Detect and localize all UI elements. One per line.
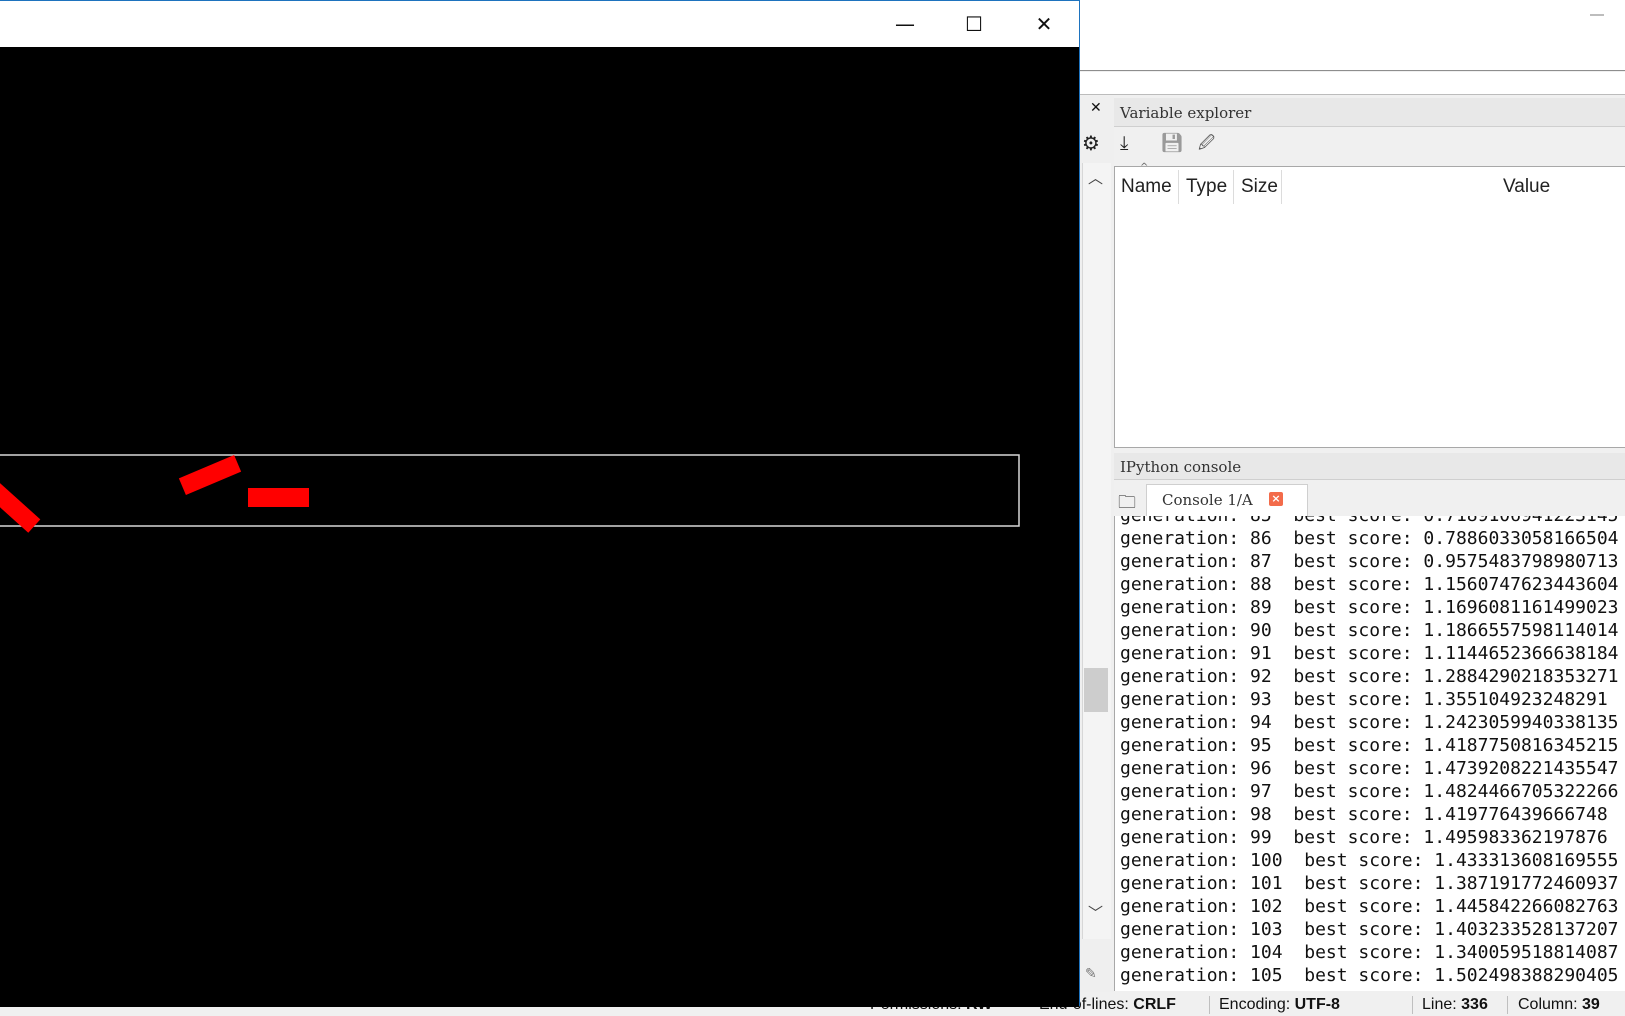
console-line: generation: 101 best score: 1.3871917724… [1120,873,1619,894]
variable-table[interactable] [1114,166,1625,448]
editor-scrollbar-thumb[interactable] [1084,668,1108,712]
save-data-icon[interactable]: 💾︎ [1160,132,1184,154]
console-tab-label: Console 1/A [1162,491,1253,509]
column-divider [1178,170,1179,204]
console-line: generation: 86 best score: 0.78860330581… [1120,528,1619,549]
minimize-button[interactable]: — [871,1,939,47]
sort-caret-icon: ^ [1140,162,1149,173]
scroll-up-icon[interactable]: ︿ [1088,167,1103,188]
console-lines: generation: 85 best score: 0.71891069412… [1120,516,1619,987]
spyder-minimize-button[interactable] [1590,14,1604,16]
console-line: generation: 93 best score: 1.35510492324… [1120,689,1608,710]
console-line: generation: 89 best score: 1.16960811614… [1120,597,1619,618]
game-canvas[interactable] [0,47,1079,1007]
console-line: generation: 96 best score: 1.47392082214… [1120,758,1619,779]
track-boundary [0,454,1020,527]
console-line: generation: 98 best score: 1.41977643966… [1120,804,1608,825]
console-line: generation: 87 best score: 0.95754837989… [1120,551,1619,572]
console-line: generation: 99 best score: 1.49598336219… [1120,827,1608,848]
ipython-console-title: IPython console [1120,458,1242,476]
console-line: generation: 95 best score: 1.41877508163… [1120,735,1619,756]
console-output[interactable]: generation: 85 best score: 0.71891069412… [1114,516,1625,991]
editor-pane-close-icon[interactable]: ✕ [1090,100,1102,116]
car-2 [178,454,242,496]
gear-icon[interactable]: ⚙ [1082,133,1100,153]
car-1 [0,479,41,533]
console-line: generation: 90 best score: 1.18665575981… [1120,620,1619,641]
console-line: generation: 104 best score: 1.3400595188… [1120,942,1619,963]
maximize-button[interactable]: ☐ [940,1,1008,47]
console-line: generation: 102 best score: 1.4458422660… [1120,896,1619,917]
variable-explorer-title: Variable explorer [1120,104,1252,122]
spyder-title-area [1080,0,1625,70]
column-header-type[interactable]: Type [1186,176,1227,198]
line-status: Line: 336 [1422,996,1488,1013]
car-3 [248,488,309,507]
column-divider [1281,170,1282,204]
column-header-value[interactable]: Value [1503,176,1550,198]
save-data-as-icon[interactable]: 🖉︎ [1198,132,1215,154]
console-line: generation: 103 best score: 1.4032335281… [1120,919,1619,940]
status-divider [1507,996,1508,1014]
console-line: generation: 100 best score: 1.4333136081… [1120,850,1619,871]
console-line: generation: 92 best score: 1.28842902183… [1120,666,1619,687]
toolbar-divider [1080,70,1625,71]
spyder-toolbar [1080,72,1625,95]
console-line: generation: 105 best score: 1.5024983882… [1120,965,1619,986]
console-line: generation: 91 best score: 1.11446523666… [1120,643,1619,664]
column-header-name[interactable]: Name [1121,176,1172,198]
column-header-size[interactable]: Size [1241,176,1278,198]
console-line: generation: 88 best score: 1.15607476234… [1120,574,1619,595]
column-status: Column: 39 [1518,996,1600,1013]
console-tab-close-icon[interactable]: × [1269,492,1283,506]
note-icon: ✎ [1085,966,1097,982]
variable-explorer-toolbar [1114,127,1625,165]
encoding-status: Encoding: UTF-8 [1219,996,1340,1013]
console-line: generation: 97 best score: 1.48244667053… [1120,781,1619,802]
close-button[interactable]: ✕ [1010,1,1078,47]
column-divider [1233,170,1234,204]
scroll-down-icon[interactable]: ﹀ [1088,902,1103,923]
status-divider [1412,996,1413,1014]
editor-scrollbar[interactable] [1082,163,1111,939]
import-data-icon[interactable]: ⤓ [1120,132,1128,154]
console-line: generation: 85 best score: 0.71891069412… [1120,516,1619,527]
status-divider [1209,996,1210,1014]
console-line: generation: 94 best score: 1.24230599403… [1120,712,1619,733]
game-window[interactable]: — ☐ ✕ [0,0,1080,1007]
